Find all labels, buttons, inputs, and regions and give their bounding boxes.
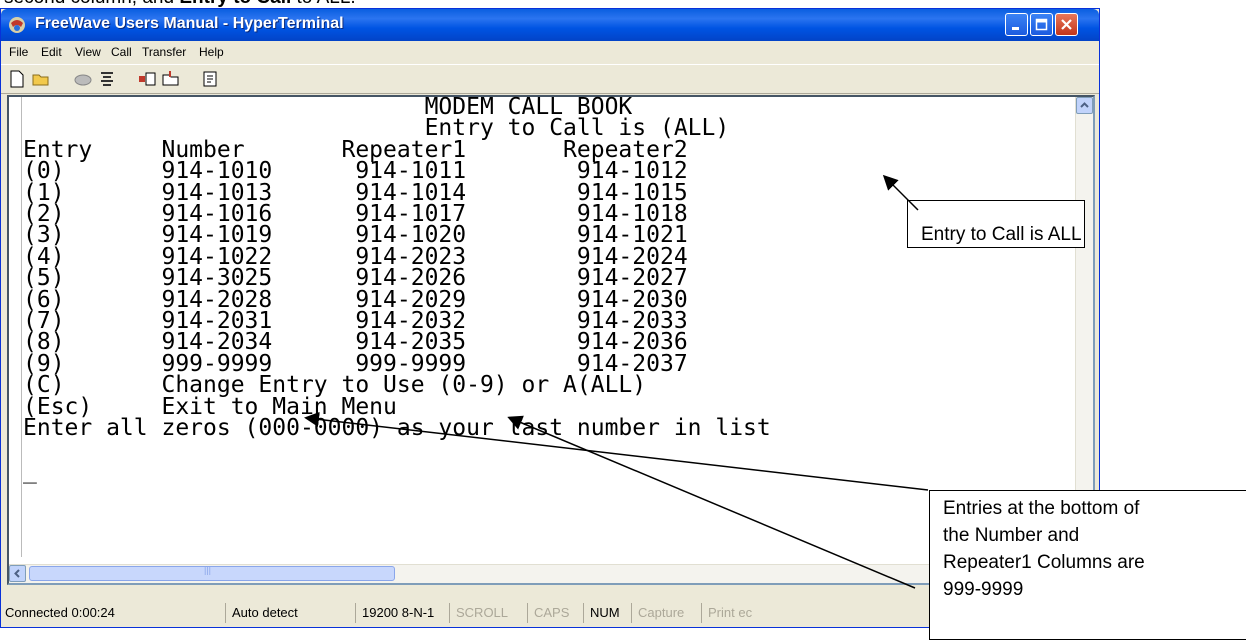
annotation-arrows: [304, 174, 929, 589]
arrow-to-number-column: [304, 411, 929, 491]
arrow-to-repeater1-column: [507, 415, 916, 589]
arrow-to-entry-to-call: [882, 174, 919, 211]
